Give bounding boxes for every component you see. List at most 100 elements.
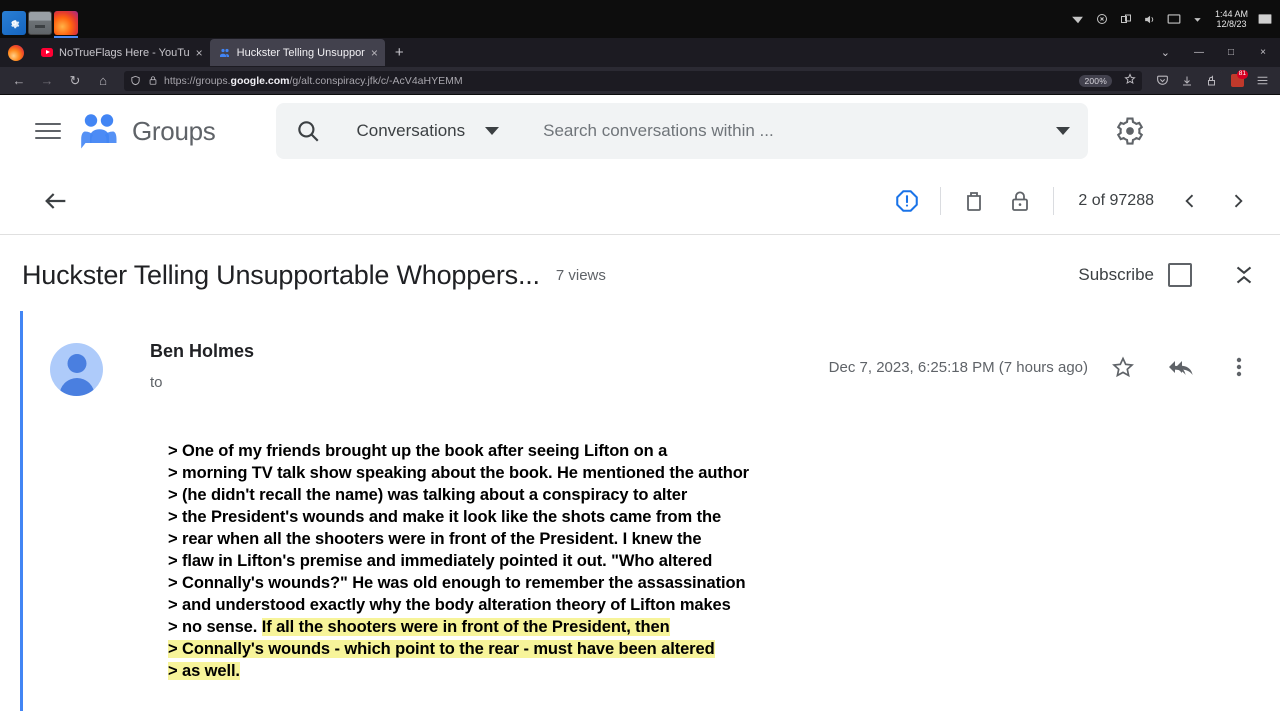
groups-header: Groups Conversations Search conversation… xyxy=(0,95,1280,167)
app-menu-icon[interactable] xyxy=(1250,69,1274,93)
report-button[interactable] xyxy=(884,179,930,223)
groups-logo[interactable]: Groups xyxy=(78,112,216,150)
files-app-icon[interactable] xyxy=(28,11,52,35)
close-icon[interactable]: × xyxy=(196,47,203,59)
share-icon[interactable] xyxy=(1200,69,1224,93)
pocket-icon[interactable] xyxy=(1150,69,1174,93)
settings-gear-icon[interactable] xyxy=(1108,109,1152,153)
delete-button[interactable] xyxy=(951,179,997,223)
message-timestamp: Dec 7, 2023, 6:25:18 PM (7 hours ago) xyxy=(828,358,1088,376)
url-bar[interactable]: https://groups.google.com/g/alt.conspira… xyxy=(124,70,1142,91)
reply-all-icon[interactable] xyxy=(1158,347,1204,387)
groups-logo-icon xyxy=(78,112,120,150)
chevron-down-icon[interactable] xyxy=(485,127,500,135)
bookmark-star-icon[interactable] xyxy=(1118,73,1136,88)
message-header: Ben Holmes to Dec 7, 2023, 6:25:18 PM (7… xyxy=(50,341,1262,396)
taskbar-app-icons xyxy=(0,0,78,38)
downloads-icon[interactable] xyxy=(1175,69,1199,93)
message-recipient-label[interactable]: to xyxy=(150,374,254,391)
groups-search-bar[interactable]: Conversations Search conversations withi… xyxy=(276,103,1089,159)
google-groups-page: Groups Conversations Search conversation… xyxy=(0,95,1280,720)
system-tray: 1:44 AM 12/8/23 xyxy=(1071,9,1280,30)
message-body: > One of my friends brought up the book … xyxy=(168,440,1262,682)
url-text: https://groups.google.com/g/alt.conspira… xyxy=(164,74,463,87)
message-container: Ben Holmes to Dec 7, 2023, 6:25:18 PM (7… xyxy=(0,311,1280,711)
back-to-list-button[interactable] xyxy=(34,179,78,223)
back-button[interactable]: ← xyxy=(6,69,32,93)
clock[interactable]: 1:44 AM 12/8/23 xyxy=(1215,9,1248,30)
search-icon[interactable] xyxy=(294,117,322,145)
message-body-line: > Connally's wounds?" He was old enough … xyxy=(168,574,746,592)
message-body-line: > One of my friends brought up the book … xyxy=(168,442,668,460)
next-conversation-button[interactable] xyxy=(1214,179,1262,223)
subscribe-label[interactable]: Subscribe xyxy=(1078,265,1154,285)
settings-app-icon[interactable] xyxy=(2,11,26,35)
page-title: Huckster Telling Unsupportable Whoppers.… xyxy=(22,259,540,290)
message-body-line: > no sense. If all the shooters were in … xyxy=(168,616,1262,638)
message-meta: Ben Holmes to xyxy=(150,341,254,391)
browser-tab-groups[interactable]: Huckster Telling Unsuppor × xyxy=(209,39,385,66)
browser-navigation-bar: ← → ↻ ⌂ https://groups.google.com/g/alt.… xyxy=(0,67,1280,95)
message-author[interactable]: Ben Holmes xyxy=(150,341,254,362)
list-all-tabs-icon[interactable]: ⌄ xyxy=(1149,46,1182,59)
chevron-down-icon[interactable] xyxy=(1191,12,1205,26)
lock-icon[interactable] xyxy=(147,75,158,86)
close-icon[interactable]: × xyxy=(371,47,378,59)
message-body-line: > rear when all the shooters were in fro… xyxy=(168,530,702,548)
tab-title: NoTrueFlags Here - YouTu xyxy=(59,46,190,59)
collapse-all-icon[interactable] xyxy=(1226,257,1262,293)
tab-title: Huckster Telling Unsuppor xyxy=(236,46,365,59)
subscribe-checkbox[interactable] xyxy=(1168,263,1192,287)
star-icon[interactable] xyxy=(1100,347,1146,387)
search-options-chevron-down-icon[interactable] xyxy=(1056,127,1071,135)
search-scope-label[interactable]: Conversations xyxy=(356,121,465,141)
extension-icon[interactable]: 81 xyxy=(1225,69,1249,93)
shield-icon[interactable] xyxy=(130,75,141,86)
youtube-icon xyxy=(41,47,53,59)
notifications-icon[interactable] xyxy=(1258,12,1272,26)
os-taskbar: 1:44 AM 12/8/23 xyxy=(0,0,1280,38)
browser-toolbar-buttons: 81 xyxy=(1150,69,1274,93)
groups-wordmark: Groups xyxy=(132,115,216,146)
lock-button[interactable] xyxy=(997,179,1043,223)
message-actions: Dec 7, 2023, 6:25:18 PM (7 hours ago) xyxy=(829,341,1262,387)
maximize-button[interactable]: □ xyxy=(1216,39,1246,67)
toolbar-actions: 2 of 97288 xyxy=(884,179,1262,223)
minimize-button[interactable]: — xyxy=(1184,39,1214,67)
toolbar-divider xyxy=(940,186,942,215)
search-input[interactable]: Search conversations within ... xyxy=(543,121,1044,141)
more-options-icon[interactable] xyxy=(1216,347,1262,387)
highlighted-text: If all the shooters were in front of the… xyxy=(261,618,670,636)
highlighted-text: > as well. xyxy=(168,662,240,680)
browser-tab-youtube[interactable]: NoTrueFlags Here - YouTu × xyxy=(32,39,210,66)
previous-conversation-button[interactable] xyxy=(1166,179,1214,223)
reload-button[interactable]: ↻ xyxy=(62,69,88,93)
zoom-level-badge[interactable]: 200% xyxy=(1079,74,1112,87)
window-controls: ⌄ — □ × xyxy=(1149,39,1280,67)
volume-icon[interactable] xyxy=(1143,12,1157,26)
body-text: > no sense. xyxy=(168,618,262,636)
screen-icon[interactable] xyxy=(1167,12,1181,26)
home-button[interactable]: ⌂ xyxy=(90,69,116,93)
message-body-line: > morning TV talk show speaking about th… xyxy=(168,464,749,482)
firefox-app-icon[interactable] xyxy=(54,11,78,38)
firefox-window: NoTrueFlags Here - YouTu × Huckster Tell… xyxy=(0,38,1280,720)
bluetooth-icon[interactable] xyxy=(1095,12,1109,26)
avatar xyxy=(50,343,103,396)
new-tab-button[interactable]: + xyxy=(385,45,414,60)
main-menu-icon[interactable] xyxy=(28,111,68,151)
message-body-line: > flaw in Lifton's premise and immediate… xyxy=(168,552,713,570)
gear-glyph xyxy=(11,20,20,29)
highlighted-text: > Connally's wounds - which point to the… xyxy=(168,640,715,658)
forward-button[interactable]: → xyxy=(34,69,60,93)
network-icon[interactable] xyxy=(1071,12,1085,26)
view-count: 7 views xyxy=(555,266,606,284)
message-body-line: > as well. xyxy=(168,660,1262,682)
message-body-line: > the President's wounds and make it loo… xyxy=(168,508,722,526)
window-close-button[interactable]: × xyxy=(1248,39,1278,67)
tab-strip: NoTrueFlags Here - YouTu × Huckster Tell… xyxy=(0,38,1280,67)
message-body-line: > (he didn't recall the name) was talkin… xyxy=(168,486,688,504)
toolbar-divider-2 xyxy=(1053,186,1055,215)
message-accent-rail xyxy=(20,311,23,711)
display-layout-icon[interactable] xyxy=(1119,12,1133,26)
